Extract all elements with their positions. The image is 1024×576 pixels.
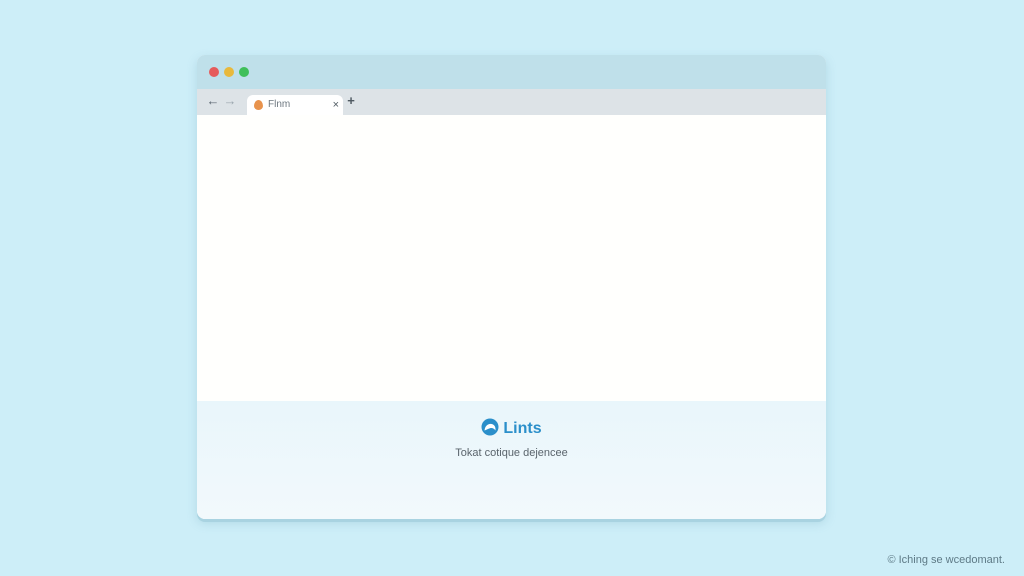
flame-icon	[254, 100, 263, 110]
tab-title: Flnm	[268, 99, 291, 110]
page-footer: Lints Tokat cotique dejencee	[197, 401, 826, 519]
browser-window: ← → Flnm × + Lints Tokat cotique dejence…	[197, 55, 826, 519]
cloud-logo-icon	[481, 418, 499, 436]
tab-active[interactable]: Flnm ×	[247, 95, 343, 115]
minimize-window-button[interactable]	[224, 67, 234, 77]
forward-arrow-icon[interactable]: →	[222, 93, 238, 109]
maximize-window-button[interactable]	[239, 67, 249, 77]
brand: Lints	[197, 418, 826, 438]
page-content	[197, 115, 826, 401]
tab-bar: ← → Flnm × +	[197, 89, 826, 115]
close-window-button[interactable]	[209, 67, 219, 77]
tagline: Tokat cotique dejencee	[455, 447, 568, 459]
title-bar	[197, 55, 826, 89]
back-arrow-icon[interactable]: ←	[205, 93, 221, 109]
new-tab-plus-icon[interactable]: +	[344, 94, 358, 108]
close-icon[interactable]: ×	[333, 98, 339, 112]
brand-name: Lints	[503, 420, 542, 437]
copyright-watermark: © Iching se wcedomant.	[887, 554, 1005, 566]
